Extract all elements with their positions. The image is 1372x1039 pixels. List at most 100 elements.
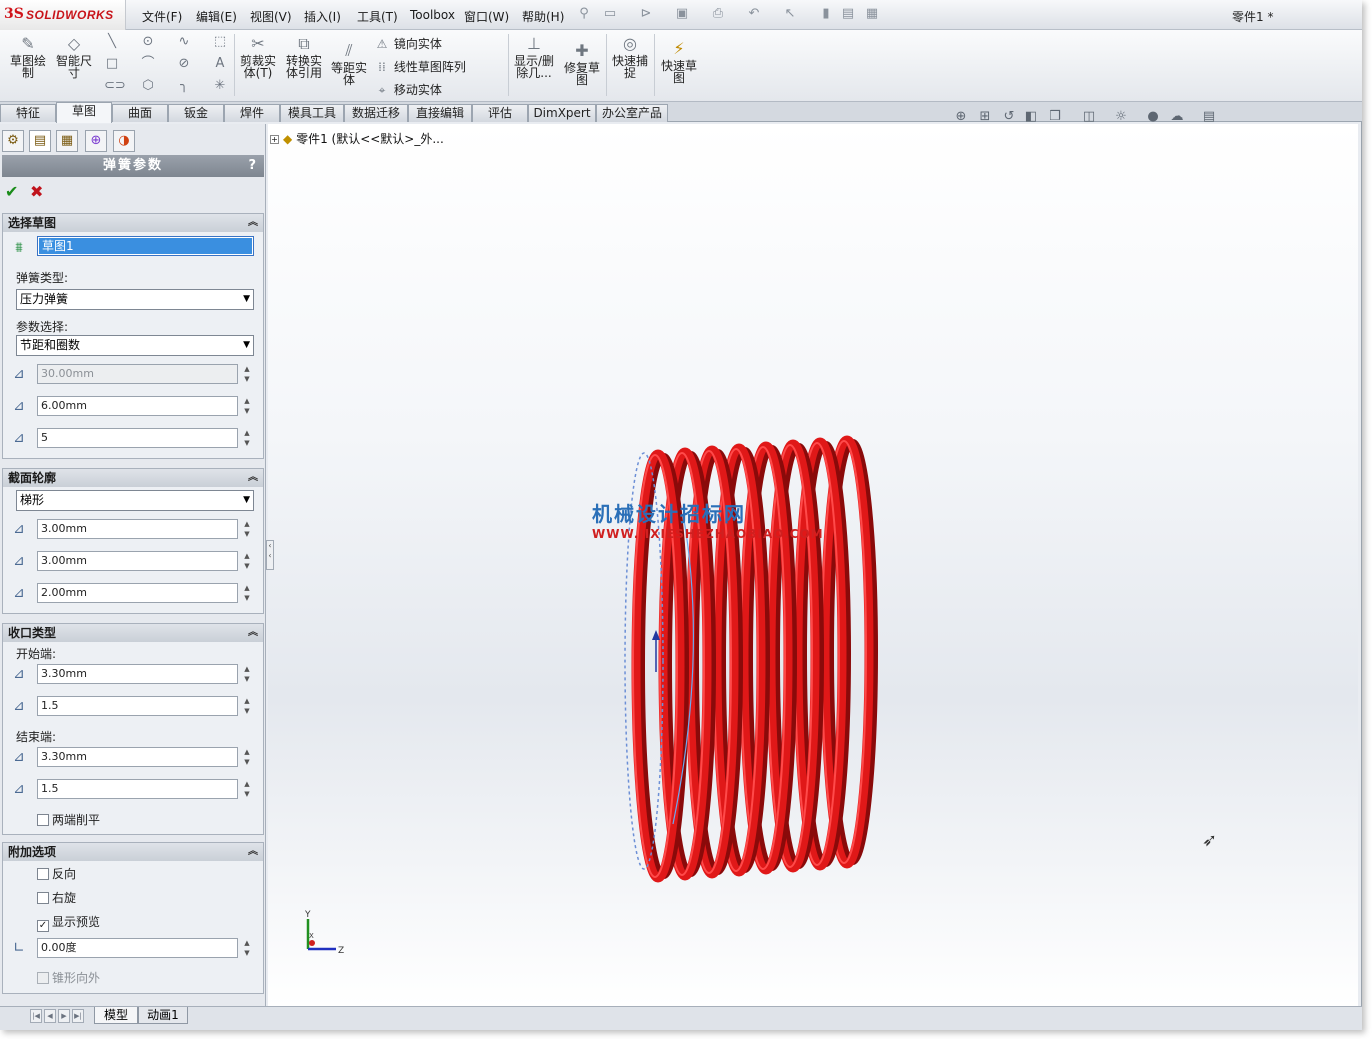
menu-help[interactable]: 帮助(H): [522, 8, 564, 25]
spinner-icon[interactable]: ▲ ▼: [242, 696, 252, 716]
quick-snaps-button[interactable]: ◎ 快速捕捉: [610, 35, 650, 80]
group-header[interactable]: 附加选项 ︽: [3, 843, 263, 861]
spinner-icon[interactable]: ▲ ▼: [242, 583, 252, 603]
menu-window[interactable]: 窗口(W): [464, 8, 509, 25]
tab-dimxpert[interactable]: DimXpert: [528, 104, 596, 122]
mirror-entities-button[interactable]: ⚠ 镜向实体: [374, 35, 442, 52]
prev-tab-icon[interactable]: ◀: [44, 1009, 56, 1023]
display-delete-relations-button[interactable]: ⊥ 显示/删除几...: [512, 35, 556, 80]
tab-data-migration[interactable]: 数据迁移: [344, 104, 408, 122]
tab-direct-editing[interactable]: 直接编辑: [408, 104, 472, 122]
collapse-chevron-icon[interactable]: ︽: [248, 624, 258, 642]
profile-width-field[interactable]: 3.00mm: [37, 519, 238, 539]
end-pitch-field[interactable]: 3.30mm: [37, 747, 238, 767]
reverse-checkbox[interactable]: 反向: [37, 865, 76, 882]
undo-icon[interactable]: ↶: [746, 6, 762, 22]
print-icon[interactable]: ⎙: [710, 6, 726, 22]
group-header[interactable]: 收口类型 ︽: [3, 624, 263, 642]
tab-features[interactable]: 特征: [0, 104, 56, 122]
save-icon[interactable]: ▣: [674, 6, 690, 22]
property-manager-tab-icon[interactable]: ▤: [29, 130, 51, 152]
circle-icon[interactable]: ⊙: [140, 34, 156, 50]
menu-edit[interactable]: 编辑(E): [196, 8, 237, 25]
profile-shape-select[interactable]: 梯形 ▼: [16, 490, 254, 511]
show-preview-checkbox[interactable]: ✓ 显示预览: [37, 913, 100, 932]
point-icon[interactable]: ✳: [212, 78, 228, 94]
select-icon[interactable]: ↖: [782, 6, 798, 22]
next-tab-icon[interactable]: ▶: [58, 1009, 70, 1023]
menu-file[interactable]: 文件(F): [142, 8, 182, 25]
repair-sketch-button[interactable]: ✚ 修复草图: [562, 42, 602, 87]
tab-sketch[interactable]: 草图: [56, 102, 112, 123]
rectangle-icon[interactable]: □: [104, 56, 120, 72]
spinner-icon[interactable]: ▲ ▼: [242, 396, 252, 416]
collapse-chevron-icon[interactable]: ︽: [248, 469, 258, 487]
tab-evaluate[interactable]: 评估: [472, 104, 528, 122]
tab-sheet-metal[interactable]: 钣金: [168, 104, 224, 122]
configuration-manager-tab-icon[interactable]: ▦: [56, 130, 78, 152]
sketch-button[interactable]: ✎ 草图绘制: [8, 35, 48, 80]
arc-icon[interactable]: ⌒: [140, 56, 156, 72]
options-icon[interactable]: ▦: [864, 6, 880, 22]
polygon-icon[interactable]: ⬡: [140, 78, 156, 94]
fillet-icon[interactable]: ╮: [176, 78, 192, 94]
revolutions-field[interactable]: 5: [37, 428, 238, 448]
spinner-icon[interactable]: ▲ ▼: [242, 747, 252, 767]
group-header[interactable]: 截面轮廓 ︽: [3, 469, 263, 487]
spinner-icon[interactable]: ▲ ▼: [242, 664, 252, 684]
view-orientation-icon[interactable]: ❒: [1046, 109, 1064, 125]
pitch-field[interactable]: 6.00mm: [37, 396, 238, 416]
zoom-to-area-icon[interactable]: ⊞: [976, 109, 994, 125]
ellipse-icon[interactable]: ⊘: [176, 56, 192, 72]
group-header[interactable]: 选择草图 ︽: [3, 214, 263, 232]
both-ends-flat-checkbox[interactable]: 两端削平: [37, 811, 100, 828]
spring-type-select[interactable]: 压力弹簧 ▼: [16, 289, 254, 310]
spinner-icon[interactable]: ▲ ▼: [242, 364, 252, 384]
right-hand-checkbox[interactable]: 右旋: [37, 889, 76, 906]
apply-scene-icon[interactable]: ☁: [1168, 109, 1186, 125]
dimxpert-manager-tab-icon[interactable]: ⊕: [85, 130, 107, 152]
offset-entities-button[interactable]: ⫽ 等距实体: [330, 42, 368, 87]
menu-tools[interactable]: 工具(T): [357, 8, 398, 25]
help-icon[interactable]: ?: [248, 155, 258, 177]
tab-mold-tools[interactable]: 模具工具: [280, 104, 344, 122]
menu-view[interactable]: 视图(V): [250, 8, 292, 25]
menu-toolbox[interactable]: Toolbox: [410, 8, 455, 22]
expand-icon[interactable]: +: [270, 135, 279, 144]
start-pitch-field[interactable]: 3.30mm: [37, 664, 238, 684]
pin-icon[interactable]: ⚲: [576, 6, 592, 22]
profile-top-field[interactable]: 2.00mm: [37, 583, 238, 603]
display-style-icon[interactable]: ◫: [1080, 109, 1098, 125]
tab-office-products[interactable]: 办公室产品: [596, 104, 668, 122]
last-tab-icon[interactable]: ▶|: [72, 1009, 84, 1023]
tab-surfaces[interactable]: 曲面: [112, 104, 168, 122]
view-settings-icon[interactable]: ▤: [1200, 109, 1218, 125]
linear-pattern-button[interactable]: ⁞⁞ 线性草图阵列: [374, 58, 466, 75]
profile-height-field[interactable]: 3.00mm: [37, 551, 238, 571]
rebuild-icon[interactable]: ▮: [818, 6, 834, 22]
spinner-icon[interactable]: ▲ ▼: [242, 938, 252, 958]
menu-insert[interactable]: 插入(I): [304, 8, 341, 25]
trim-entities-button[interactable]: ✂ 剪裁实体(T): [238, 35, 278, 80]
spinner-icon[interactable]: ▲ ▼: [242, 428, 252, 448]
sketch-selection-field[interactable]: 草图1: [37, 236, 254, 256]
tab-weldments[interactable]: 焊件: [224, 104, 280, 122]
move-entities-button[interactable]: ⌖ 移动实体: [374, 81, 442, 98]
open-document-icon[interactable]: ⊳: [638, 6, 654, 22]
plane-icon[interactable]: ⬚: [212, 34, 228, 50]
solidworks-logo[interactable]: 3S SOLIDWORKS: [0, 0, 126, 30]
rapid-sketch-button[interactable]: ⚡ 快速草图: [658, 40, 700, 85]
param-select[interactable]: 节距和圈数 ▼: [16, 335, 254, 356]
tab-motion-study[interactable]: 动画1: [138, 1007, 188, 1024]
edit-appearance-icon[interactable]: ●: [1144, 109, 1162, 125]
file-properties-icon[interactable]: ▤: [840, 6, 856, 22]
taper-outward-checkbox[interactable]: 锥形向外: [37, 969, 100, 986]
spinner-icon[interactable]: ▲ ▼: [242, 551, 252, 571]
line-icon[interactable]: ╲: [104, 34, 120, 50]
display-manager-tab-icon[interactable]: ◑: [113, 130, 135, 152]
tab-model[interactable]: 模型: [94, 1007, 138, 1024]
slot-icon[interactable]: ⊂⊃: [104, 78, 126, 94]
spline-icon[interactable]: ∿: [176, 34, 192, 50]
collapse-chevron-icon[interactable]: ︽: [248, 843, 258, 861]
previous-view-icon[interactable]: ↺: [1000, 109, 1018, 125]
